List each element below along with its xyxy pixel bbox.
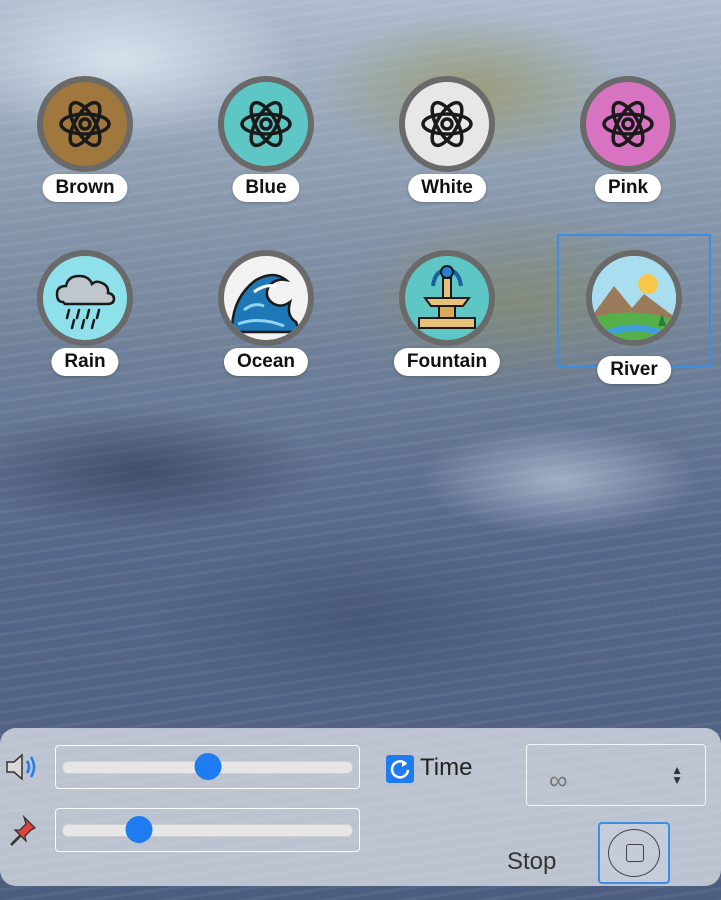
volume-thumb[interactable] [194, 753, 221, 780]
atom-icon [37, 76, 133, 172]
sound-tile-river[interactable]: River [557, 234, 711, 384]
atom-icon [218, 76, 314, 172]
rain-cloud-icon [37, 250, 133, 346]
wave-icon [218, 250, 314, 346]
pin-track [62, 824, 353, 837]
updown-arrows-icon: ▲ ▼ [671, 763, 683, 787]
speaker-icon [4, 752, 40, 787]
sound-tile-pink[interactable]: Pink [553, 70, 703, 202]
time-select[interactable]: ∞ ▲ ▼ [526, 744, 706, 806]
pin-icon [6, 814, 38, 851]
sound-tile-white[interactable]: White [372, 70, 522, 202]
sound-label: Blue [232, 174, 300, 202]
sound-label: Brown [42, 174, 128, 202]
refresh-icon[interactable] [385, 754, 415, 789]
volume-slider[interactable] [55, 745, 360, 789]
stop-label: Stop [507, 848, 557, 875]
sound-label: River [597, 356, 671, 384]
atom-icon [399, 76, 495, 172]
sound-tile-brown[interactable]: Brown [10, 70, 160, 202]
sound-label: Rain [51, 348, 119, 376]
sound-tile-blue[interactable]: Blue [191, 70, 341, 202]
fountain-icon [399, 250, 495, 346]
atom-icon [580, 76, 676, 172]
sound-tile-ocean[interactable]: Ocean [191, 244, 341, 376]
stop-square [626, 844, 644, 862]
sound-label: Ocean [223, 348, 309, 376]
sound-label: Pink [594, 174, 662, 202]
time-label: Time [420, 754, 473, 781]
pin-slider[interactable] [55, 808, 360, 852]
sound-tile-fountain[interactable]: Fountain [372, 244, 522, 376]
river-landscape-icon [586, 250, 682, 346]
pin-thumb[interactable] [125, 816, 153, 843]
stop-icon [608, 829, 660, 877]
sound-label: White [408, 174, 486, 202]
stop-button[interactable] [598, 822, 670, 884]
time-value: ∞ [549, 765, 568, 795]
sound-tile-rain[interactable]: Rain [10, 244, 160, 376]
sound-label: Fountain [393, 348, 501, 376]
